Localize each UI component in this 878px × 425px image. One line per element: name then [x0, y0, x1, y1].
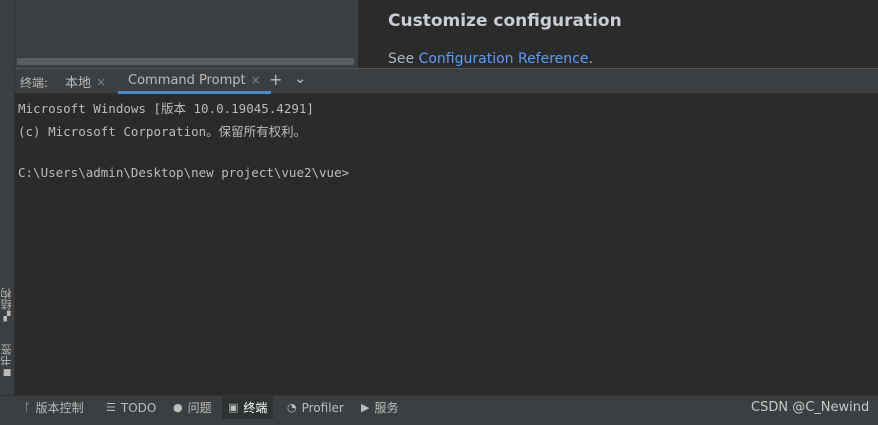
tool-version-control[interactable]: ᚴ 版本控制 [18, 396, 90, 419]
tool-profiler-label: Profiler [301, 400, 344, 415]
terminal-icon: ▣ [228, 401, 239, 414]
doc-heading: Customize configuration [388, 11, 622, 31]
tool-services-label: 服务 [374, 401, 399, 415]
tool-problems[interactable]: ● 问题 [167, 396, 218, 419]
tab-command-prompt[interactable]: Command Prompt × [118, 69, 271, 94]
chevron-down-icon[interactable]: ⌄ [294, 69, 307, 87]
bottom-edge [0, 419, 878, 425]
terminal-tab-bar: 终端: 本地 × Command Prompt × + ⌄ [15, 68, 878, 94]
doc-pane: Customize configuration See Configuratio… [360, 0, 878, 68]
branch-icon: ᚴ [24, 401, 31, 414]
tool-terminal-label: 终端 [243, 401, 268, 415]
tool-profiler[interactable]: ◔ Profiler [281, 396, 350, 419]
close-icon[interactable]: × [96, 75, 106, 89]
problem-icon: ● [173, 401, 183, 414]
tool-todo[interactable]: ☰ TODO [100, 396, 162, 419]
tab-local[interactable]: 本地 × [65, 69, 106, 94]
close-icon[interactable]: × [251, 73, 261, 87]
profiler-icon: ◔ [287, 401, 297, 414]
tool-window-bar: ᚴ 版本控制 ☰ TODO ● 问题 ▣ 终端 ◔ Profiler ▶ 服务 CSDN @… [0, 395, 878, 419]
tab-local-label: 本地 [65, 76, 92, 91]
tool-bookmarks-label: 书签 [0, 344, 13, 366]
tool-bookmarks[interactable]: 书签 ■ [0, 344, 14, 378]
tool-version-control-label: 版本控制 [35, 401, 84, 415]
terminal-output[interactable]: Microsoft Windows [版本 10.0.19045.4291] (… [15, 94, 878, 394]
terminal-line: Microsoft Windows [版本 10.0.19045.4291] [18, 101, 314, 116]
watermark: CSDN @C_Newind [751, 400, 870, 415]
doc-see-line: See Configuration Reference. [388, 51, 593, 67]
doc-see-prefix: See [388, 51, 419, 67]
tool-structure[interactable]: 结构 ▞ [0, 288, 14, 322]
tool-todo-label: TODO [120, 400, 157, 415]
list-icon: ☰ [106, 401, 116, 414]
services-icon: ▶ [361, 401, 370, 414]
terminal-title: 终端: [20, 76, 49, 90]
horizontal-scrollbar[interactable] [17, 58, 354, 65]
doc-see-suffix: . [588, 51, 593, 67]
tab-command-prompt-label: Command Prompt [128, 72, 246, 88]
terminal-line: (c) Microsoft Corporation。保留所有权利。 [18, 124, 307, 139]
add-icon[interactable]: + [269, 70, 282, 89]
tool-structure-label: 结构 [0, 288, 13, 310]
tool-problems-label: 问题 [187, 401, 212, 415]
bookmark-icon: ■ [2, 368, 12, 378]
left-tool-strip [0, 0, 15, 395]
terminal-prompt: C:\Users\admin\Desktop\new project\vue2\… [18, 165, 350, 180]
configuration-reference-link[interactable]: Configuration Reference [419, 51, 589, 67]
structure-icon: ▞ [3, 312, 11, 322]
tool-services[interactable]: ▶ 服务 [355, 396, 404, 419]
tool-terminal[interactable]: ▣ 终端 [222, 396, 274, 419]
